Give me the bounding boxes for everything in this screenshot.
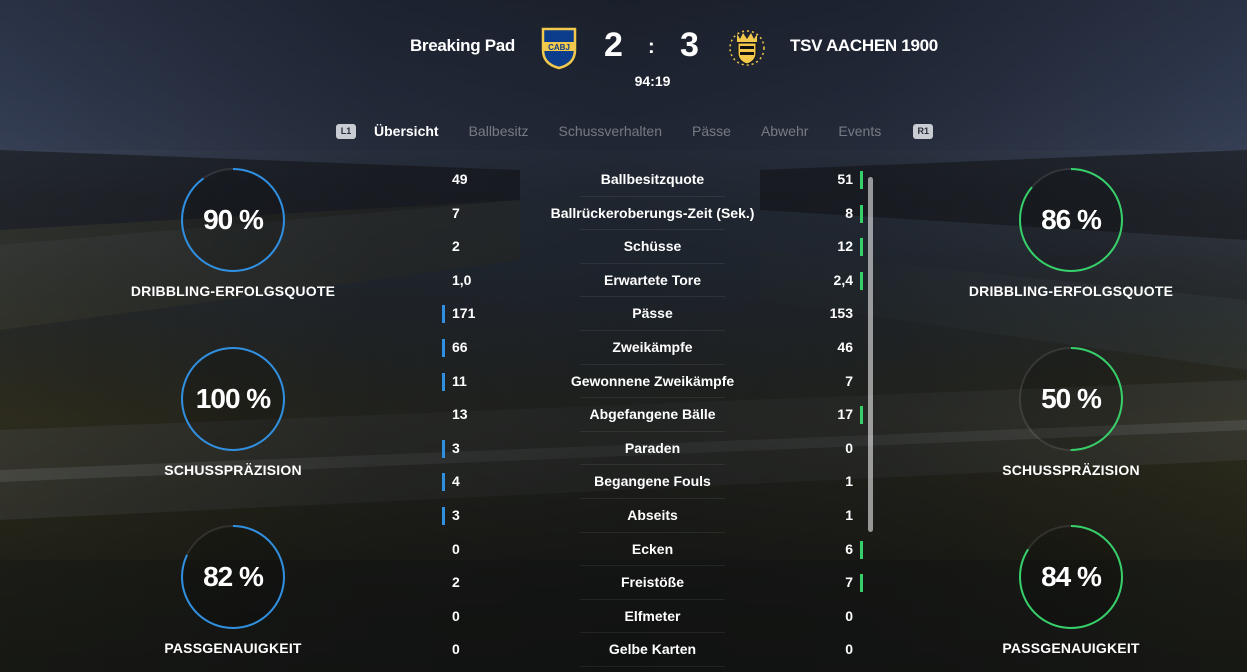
- stat-row: 49 Ballbesitzquote 51: [440, 163, 865, 197]
- stat-name: Erwartete Tore: [604, 271, 701, 288]
- stat-name: Gelbe Karten: [608, 641, 697, 658]
- stat-row: 2 Freistöße 7: [440, 566, 865, 600]
- home-crest-icon: CABJ: [540, 26, 578, 70]
- stat-name: Begangene Fouls: [594, 473, 711, 490]
- away-score: 3: [680, 26, 699, 64]
- stat-name: Zweikämpfe: [612, 338, 693, 355]
- home-pass-accuracy-label: PASSGENAUIGKEIT: [164, 640, 302, 656]
- stat-away-value: 0: [845, 641, 853, 658]
- away-shot-accuracy-label: SCHUSSPRÄZISION: [1002, 462, 1140, 478]
- stat-away-value: 1: [845, 506, 853, 523]
- tab-uebersicht[interactable]: Übersicht: [374, 123, 439, 139]
- away-crest-icon: [728, 26, 766, 70]
- home-pass-accuracy-stat: 82 % PASSGENAUIGKEIT: [113, 524, 353, 656]
- stat-name: Schüsse: [623, 238, 682, 255]
- stat-name: Ballbesitzquote: [600, 171, 705, 187]
- stat-row: 3 Paraden 0: [440, 432, 865, 466]
- away-leader-bar: [860, 406, 863, 425]
- home-shot-accuracy-label: SCHUSSPRÄZISION: [164, 462, 302, 478]
- stat-away-value: 12: [837, 238, 853, 255]
- stat-name: Ecken: [631, 540, 674, 557]
- away-dribbling-stat: 86 % DRIBBLING-ERFOLGSQUOTE: [951, 167, 1191, 299]
- away-leader-bar: [860, 204, 863, 223]
- away-leader-bar: [860, 271, 863, 290]
- home-shot-accuracy-ring: 100 %: [180, 346, 286, 452]
- stat-away-value: 51: [837, 171, 853, 187]
- stat-away-value: 7: [845, 574, 853, 591]
- away-leader-bar: [860, 574, 863, 593]
- stat-name: Elfmeter: [624, 607, 681, 624]
- away-shot-accuracy-stat: 50 % SCHUSSPRÄZISION: [951, 346, 1191, 478]
- stat-away-value: 2,4: [833, 271, 853, 288]
- tab-schussverhalten[interactable]: Schussverhalten: [559, 123, 663, 139]
- away-leader-bar: [860, 171, 863, 189]
- stat-row: 2 Schüsse 12: [440, 230, 865, 264]
- stat-row: 7 Ballrückeroberungs-Zeit (Sek.) 8: [440, 197, 865, 231]
- row-divider: [580, 665, 725, 667]
- stat-row: 13 Abgefangene Bälle 17: [440, 398, 865, 432]
- stat-name: Abgefangene Bälle: [589, 406, 716, 423]
- home-dribbling-value: 90 %: [203, 204, 264, 235]
- stat-row: 1,0 Erwartete Tore 2,4: [440, 264, 865, 298]
- away-dribbling-value: 86 %: [1041, 204, 1102, 235]
- stat-name: Gewonnene Zweikämpfe: [570, 372, 735, 389]
- away-shot-accuracy-value: 50 %: [1041, 383, 1102, 414]
- stat-row: 0 Elfmeter 0: [440, 600, 865, 634]
- stat-away-value: 1: [845, 473, 853, 490]
- tab-paesse[interactable]: Pässe: [692, 123, 731, 139]
- stat-name: Pässe: [632, 305, 673, 322]
- home-shot-accuracy-value: 100 %: [195, 383, 271, 414]
- stat-row: 66 Zweikämpfe 46: [440, 331, 865, 365]
- home-pass-accuracy-ring: 82 %: [180, 524, 286, 630]
- away-pass-accuracy-value: 84 %: [1041, 561, 1102, 592]
- home-score: 2: [604, 26, 623, 64]
- r1-button-icon[interactable]: R1: [913, 123, 934, 139]
- stat-away-value: 17: [837, 406, 853, 423]
- match-clock: 94:19: [634, 73, 671, 89]
- stat-away-value: 8: [845, 204, 853, 221]
- away-team-name: TSV AACHEN 1900: [790, 36, 938, 55]
- stats-tab-bar: L1 Übersicht Ballbesitz Schussverhalten …: [336, 120, 934, 142]
- stat-name: Paraden: [624, 439, 681, 456]
- l1-button-icon[interactable]: L1: [336, 123, 356, 139]
- home-team-name: Breaking Pad: [409, 36, 515, 55]
- away-dribbling-ring: 86 %: [1018, 167, 1124, 273]
- match-stats-table: 49 Ballbesitzquote 51 7 Ballrückeroberungs-Z…: [440, 163, 865, 667]
- stat-away-value: 46: [837, 338, 853, 355]
- score-separator: :: [648, 36, 655, 58]
- stat-name: Freistöße: [620, 574, 684, 591]
- away-pass-accuracy-label: PASSGENAUIGKEIT: [1002, 640, 1140, 656]
- home-crest-text: CABJ: [548, 43, 570, 52]
- stat-away-value: 7: [845, 372, 853, 389]
- tab-abwehr[interactable]: Abwehr: [761, 123, 808, 139]
- stat-row: 171 Pässe 153: [440, 297, 865, 331]
- stats-scrollbar[interactable]: [868, 177, 873, 532]
- away-shot-accuracy-ring: 50 %: [1018, 346, 1124, 452]
- stat-row: 0 Gelbe Karten 0: [440, 633, 865, 667]
- stat-row: 0 Ecken 6: [440, 533, 865, 567]
- home-dribbling-stat: 90 % DRIBBLING-ERFOLGSQUOTE: [113, 167, 353, 299]
- home-pass-accuracy-value: 82 %: [203, 561, 264, 592]
- tab-ballbesitz[interactable]: Ballbesitz: [469, 123, 529, 139]
- stat-row: 4 Begangene Fouls 1: [440, 465, 865, 499]
- stat-row: 3 Abseits 1: [440, 499, 865, 533]
- away-dribbling-label: DRIBBLING-ERFOLGSQUOTE: [968, 283, 1174, 299]
- stat-away-value: 0: [845, 607, 853, 624]
- stat-name: Ballrückeroberungs-Zeit (Sek.): [550, 204, 755, 221]
- away-pass-accuracy-ring: 84 %: [1018, 524, 1124, 630]
- home-dribbling-ring: 90 %: [180, 167, 286, 273]
- stat-away-value: 153: [829, 305, 853, 322]
- home-dribbling-label: DRIBBLING-ERFOLGSQUOTE: [130, 283, 336, 299]
- home-shot-accuracy-stat: 100 % SCHUSSPRÄZISION: [113, 346, 353, 478]
- stat-away-value: 0: [845, 439, 853, 456]
- stat-name: Abseits: [627, 506, 678, 523]
- tab-events[interactable]: Events: [838, 123, 881, 139]
- away-leader-bar: [860, 238, 863, 257]
- stat-row: 11 Gewonnene Zweikämpfe 7: [440, 365, 865, 399]
- stat-away-value: 6: [845, 540, 853, 557]
- away-pass-accuracy-stat: 84 % PASSGENAUIGKEIT: [951, 524, 1191, 656]
- scoreboard: Breaking Pad CABJ 2 : 3 TSV AACHEN 1900 …: [0, 0, 1247, 100]
- away-leader-bar: [860, 540, 863, 559]
